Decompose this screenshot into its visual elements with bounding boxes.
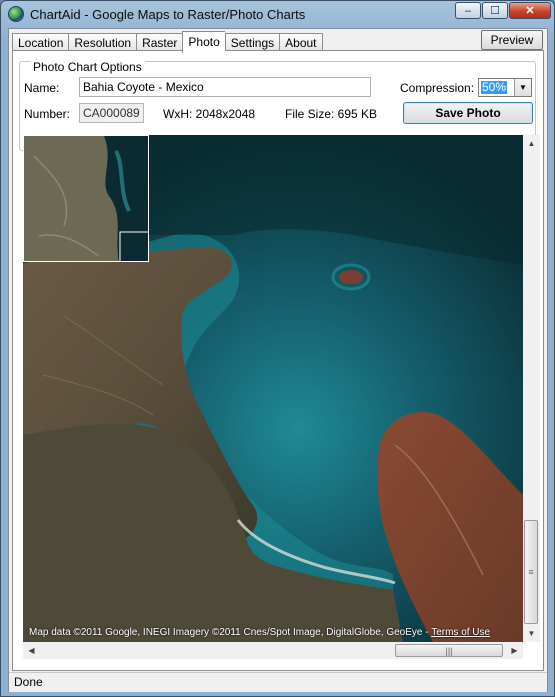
compression-select[interactable]: 50% ▼	[478, 78, 532, 97]
minimize-button[interactable]: –	[455, 2, 481, 19]
app-window: ChartAid - Google Maps to Raster/Photo C…	[0, 0, 555, 697]
horizontal-scroll-thumb[interactable]: |||	[395, 644, 503, 657]
tab-strip: Location Resolution Raster Photo Setting…	[12, 31, 323, 53]
satellite-map[interactable]: Map data ©2011 Google, INEGI Imagery ©20…	[23, 135, 523, 642]
title-bar[interactable]: ChartAid - Google Maps to Raster/Photo C…	[1, 1, 554, 27]
group-title: Photo Chart Options	[30, 60, 145, 74]
map-attribution: Map data ©2011 Google, INEGI Imagery ©20…	[29, 627, 490, 638]
status-bar: Done	[9, 672, 547, 692]
status-text: Done	[14, 675, 43, 689]
scroll-down-icon[interactable]: ▼	[523, 625, 540, 642]
maximize-button[interactable]: ☐	[482, 2, 508, 19]
save-photo-button[interactable]: Save Photo	[403, 102, 533, 124]
name-label: Name:	[24, 81, 60, 95]
overview-imagery	[24, 136, 148, 261]
scroll-left-icon[interactable]: ◀	[23, 642, 40, 659]
number-field: CA000089	[79, 103, 144, 123]
preview-button[interactable]: Preview	[481, 30, 543, 50]
scroll-right-icon[interactable]: ▶	[506, 642, 523, 659]
number-label: Number:	[24, 107, 71, 121]
client-area: Location Resolution Raster Photo Setting…	[8, 28, 548, 692]
overview-inset-map[interactable]	[23, 135, 149, 262]
photo-tab-panel: Photo Chart Options Name: Bahia Coyote -…	[12, 50, 544, 671]
grip-icon: |||	[445, 645, 453, 656]
close-button[interactable]: ✕	[509, 2, 551, 19]
vertical-scroll-thumb[interactable]: ≡	[524, 520, 538, 624]
file-size-text: File Size: 695 KB	[285, 107, 378, 121]
globe-icon	[8, 6, 24, 22]
compression-label: Compression:	[400, 81, 475, 95]
tab-photo[interactable]: Photo	[182, 31, 225, 53]
grip-icon: ≡	[528, 567, 534, 577]
vertical-scrollbar[interactable]: ▲ ≡ ▼	[523, 135, 540, 642]
horizontal-scrollbar[interactable]: ◀ ||| ▶	[23, 642, 523, 659]
terms-of-use-link[interactable]: Terms of Use	[431, 627, 490, 638]
compression-value: 50%	[481, 80, 508, 94]
window-title: ChartAid - Google Maps to Raster/Photo C…	[30, 7, 306, 22]
dimensions-text: WxH: 2048x2048	[163, 107, 256, 121]
name-field[interactable]: Bahia Coyote - Mexico	[79, 77, 371, 97]
scroll-up-icon[interactable]: ▲	[523, 135, 540, 152]
attribution-text: Map data ©2011 Google, INEGI Imagery ©20…	[29, 627, 432, 638]
chevron-down-icon[interactable]: ▼	[514, 79, 531, 96]
